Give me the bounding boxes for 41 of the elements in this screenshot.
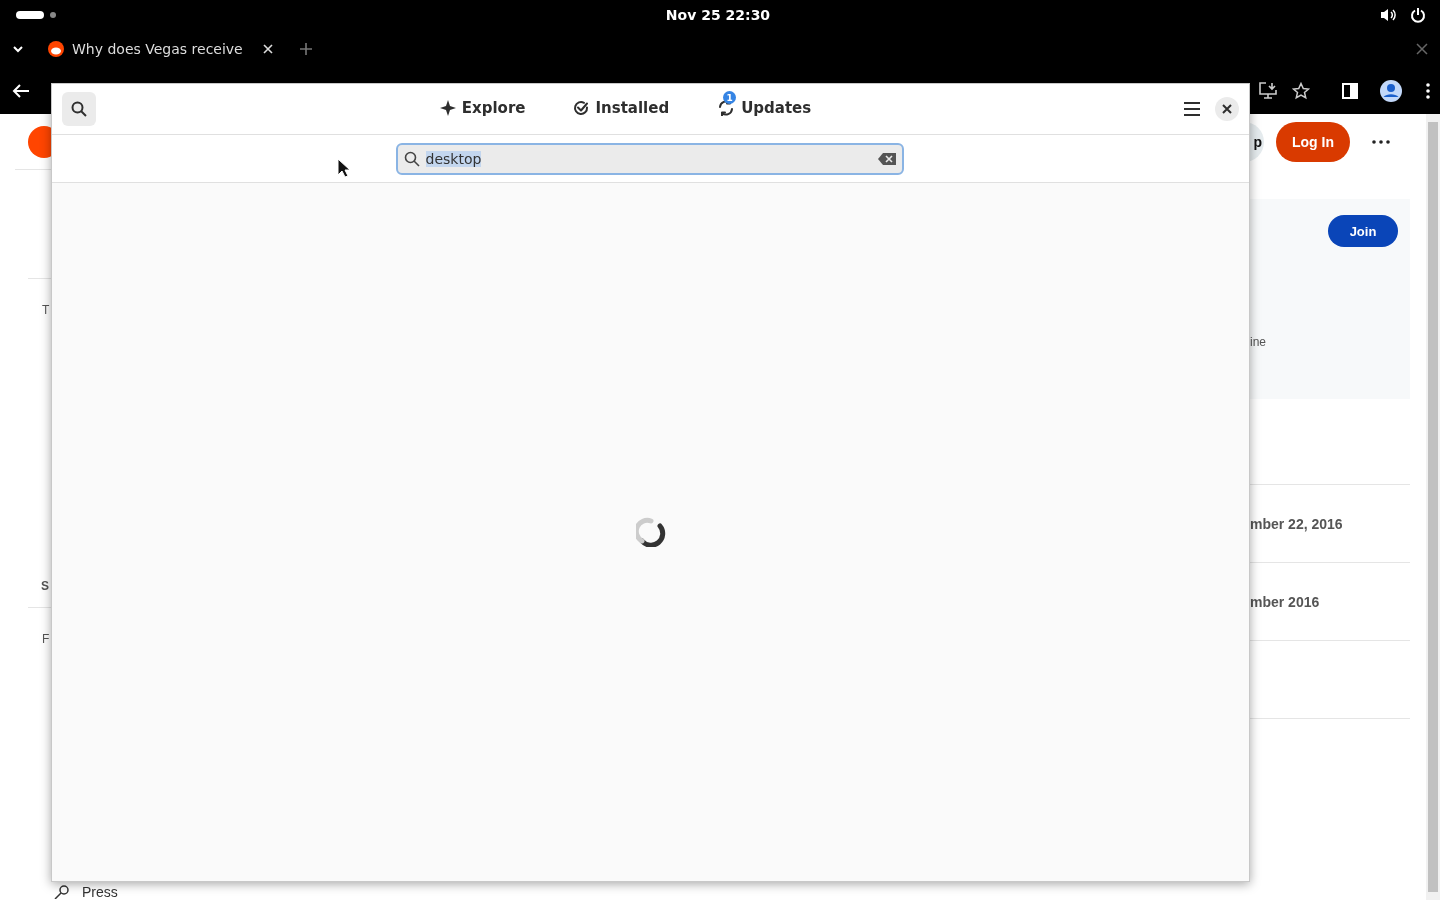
view-tab[interactable]: Explore — [435, 91, 530, 127]
date-text: mber 22, 2016 — [1250, 515, 1343, 532]
check-circle-icon — [573, 99, 590, 116]
text-fragment: ine — [1250, 335, 1267, 349]
login-button[interactable]: Log In — [1276, 121, 1350, 162]
mouse-pointer-icon — [337, 158, 351, 178]
alien-logo-icon — [48, 41, 64, 58]
sparkle-icon — [439, 99, 456, 116]
join-button[interactable]: Join — [1328, 215, 1398, 247]
profile-avatar-icon[interactable] — [1380, 80, 1402, 103]
text-fragment: F — [42, 632, 51, 646]
footer-link[interactable]: Press — [82, 884, 118, 900]
view-tab[interactable]: Installed — [569, 91, 674, 127]
volume-icon[interactable] — [1380, 7, 1396, 24]
search-field[interactable]: desktop — [395, 142, 904, 175]
scrollbar[interactable] — [1426, 114, 1440, 900]
search-icon — [403, 150, 420, 167]
update-count-badge: 1 — [723, 91, 737, 104]
clock[interactable]: Nov 25 22:30 — [665, 7, 771, 24]
search-icon — [71, 101, 87, 117]
power-icon[interactable] — [1410, 7, 1426, 24]
menu-icon — [1184, 102, 1200, 116]
workspace-dot[interactable] — [50, 12, 56, 19]
plus-icon[interactable] — [298, 42, 313, 57]
close-button[interactable] — [1215, 97, 1239, 121]
back-arrow-icon[interactable] — [12, 83, 30, 100]
clear-icon[interactable] — [877, 152, 896, 165]
browser-tab[interactable]: Why does Vegas receive — [42, 33, 281, 66]
date-text: mber 2016 — [1250, 593, 1320, 610]
search-button[interactable] — [62, 92, 96, 126]
more-vertical-icon[interactable] — [1426, 83, 1430, 100]
activities-indicator[interactable] — [16, 11, 44, 20]
install-icon[interactable] — [1258, 82, 1278, 101]
text-fragment: T — [42, 303, 51, 317]
sidebar-icon[interactable] — [1342, 83, 1358, 100]
tab-title: Why does Vegas receive — [72, 41, 243, 58]
more-horizontal-icon[interactable] — [1372, 139, 1390, 144]
close-icon — [1222, 104, 1232, 114]
view-tab[interactable]: 1 Updates — [713, 91, 816, 127]
star-icon[interactable] — [1292, 82, 1310, 101]
text-fragment: S — [41, 579, 50, 593]
